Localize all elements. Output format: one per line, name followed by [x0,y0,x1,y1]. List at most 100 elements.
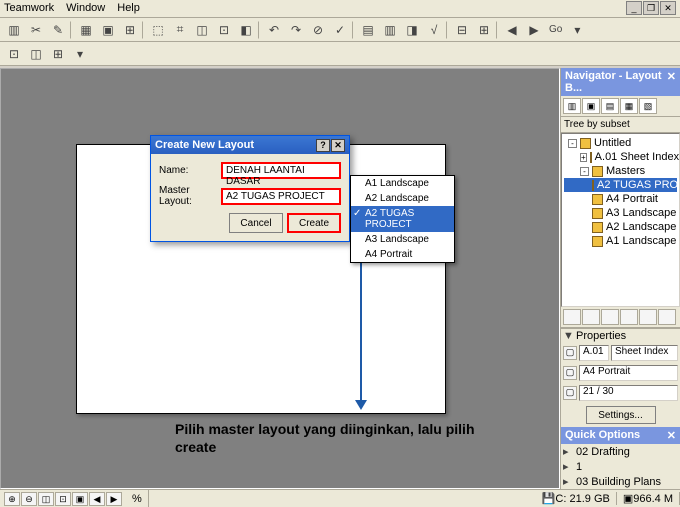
zoom-tool-icon[interactable]: ⊡ [55,492,71,506]
tool-icon[interactable]: ◫ [192,20,212,40]
pages-display: 21 / 30 [579,385,678,401]
tab-layout[interactable]: ▤ [601,98,619,114]
tool-icon[interactable]: ⊡ [4,44,24,64]
zoom-tool-icon[interactable]: ▶ [106,492,122,506]
settings-button[interactable]: Settings... [586,406,656,424]
tree-node-masters[interactable]: -Masters [564,164,677,178]
dialog-help-icon[interactable]: ? [316,139,330,152]
tool-icon[interactable]: ▦ [76,20,96,40]
tree-tool-icon[interactable] [582,309,600,325]
zoom-tool-icon[interactable]: ⊕ [4,492,20,506]
menu-teamwork[interactable]: Teamwork [4,2,54,15]
wand-icon[interactable]: ✎ [48,20,68,40]
zoom-tool-icon[interactable]: ◀ [89,492,105,506]
tab-other[interactable]: ▧ [639,98,657,114]
dropdown-option-selected[interactable]: A2 TUGAS PROJECT [351,206,454,232]
dropdown-option[interactable]: A2 Landscape [351,191,454,206]
tab-publisher[interactable]: ▦ [620,98,638,114]
tool-icon[interactable]: ⬚ [148,20,168,40]
tool-icon[interactable]: ◨ [402,20,422,40]
tree-toolbar [561,307,680,328]
dropdown-option[interactable]: A1 Landscape [351,176,454,191]
quickopt-item[interactable]: ▸1 [561,459,680,474]
quickopt-item[interactable]: ▸03 Building Plans [561,474,680,489]
tool-icon[interactable]: ▥ [380,20,400,40]
dialog-titlebar: Create New Layout ? ✕ [151,136,349,154]
tool-icon[interactable]: ↶ [264,20,284,40]
tab-project[interactable]: ▥ [563,98,581,114]
tree-leaf[interactable]: A1 Landscape [564,234,677,248]
tree-tool-icon[interactable] [620,309,638,325]
tab-view[interactable]: ▣ [582,98,600,114]
name-input[interactable]: DENAH LAANTAI DASAR [221,162,341,179]
sheet-icon [590,152,592,163]
tool-icon[interactable]: ⊟ [452,20,472,40]
tree-tool-icon[interactable] [639,309,657,325]
go-dropdown[interactable]: ▾ [567,20,587,40]
tree-node[interactable]: +A.01 Sheet Index [564,150,677,164]
tree-leaf[interactable]: A3 Landscape [564,206,677,220]
id-input[interactable]: A.01 [579,345,609,361]
fwd-icon[interactable]: ▶ [524,20,544,40]
tool-icon[interactable]: ⊡ [214,20,234,40]
master-icon [592,180,594,191]
memory-status: ▣ 966.4 M [617,492,680,505]
master-layout-select[interactable]: A2 TUGAS PROJECT [221,188,341,205]
scissors-icon[interactable]: ✂ [26,20,46,40]
quickopt-item[interactable]: ▸02 Drafting [561,444,680,459]
zoom-tool-icon[interactable]: ⊖ [21,492,37,506]
menu-help[interactable]: Help [117,2,140,15]
dialog-close-icon[interactable]: ✕ [331,139,345,152]
tree-leaf[interactable]: A2 Landscape [564,220,677,234]
tool-icon[interactable]: ⊞ [48,44,68,64]
minimize-button[interactable]: _ [626,1,642,15]
tree-header[interactable]: Tree by subset [561,117,680,133]
master-display[interactable]: A4 Portrait [579,365,678,381]
tree-tool-icon[interactable] [601,309,619,325]
restore-button[interactable]: ❐ [643,1,659,15]
zoom-tool-icon[interactable]: ▣ [72,492,88,506]
back-icon[interactable]: ◀ [502,20,522,40]
folder-icon [592,166,603,177]
go-label: Go [546,24,565,35]
tree-tool-icon[interactable] [563,309,581,325]
properties-header[interactable]: ▼Properties [561,329,680,343]
master-layout-dropdown: A1 Landscape A2 Landscape A2 TUGAS PROJE… [350,175,455,263]
tool-icon[interactable]: ⊞ [474,20,494,40]
menu-bar: Teamwork Window Help _ ❐ ✕ [0,0,680,18]
tree-root[interactable]: -Untitled [564,136,677,150]
create-button[interactable]: Create [287,213,341,233]
tool-icon[interactable]: ▣ [98,20,118,40]
close-button[interactable]: ✕ [660,1,676,15]
name-input[interactable]: Sheet Index [611,345,678,361]
tool-icon[interactable]: ◫ [26,44,46,64]
tool-icon[interactable]: ⊘ [308,20,328,40]
tool-icon[interactable]: ↷ [286,20,306,40]
tool-icon[interactable]: ✓ [330,20,350,40]
tree-leaf[interactable]: A4 Portrait [564,192,677,206]
tool-icon[interactable]: ⌗ [170,20,190,40]
tool-icon[interactable]: √ [424,20,444,40]
master-icon: ▢ [563,366,577,380]
tool-icon[interactable]: ▤ [358,20,378,40]
tool-icon[interactable]: ⊞ [120,20,140,40]
panel-close-icon[interactable]: ✕ [667,429,676,442]
menu-window[interactable]: Window [66,2,105,15]
separator [142,21,146,39]
zoom-percent[interactable]: % [126,490,149,507]
cancel-button[interactable]: Cancel [229,213,283,233]
overview-icon[interactable]: ▥ [4,20,24,40]
toolbar-2: ⊡ ◫ ⊞ ▾ [0,42,680,66]
dropdown-option[interactable]: A4 Portrait [351,247,454,262]
tool-icon[interactable]: ◧ [236,20,256,40]
annotation-text: Pilih master layout yang diinginkan, lal… [175,420,475,456]
separator [496,21,500,39]
panel-close-icon[interactable]: ✕ [667,70,676,94]
tree-tool-icon[interactable] [658,309,676,325]
zoom-tool-icon[interactable]: ◫ [38,492,54,506]
create-layout-dialog: Create New Layout ? ✕ Name: DENAH LAANTA… [150,135,350,242]
page-icon: ▢ [563,386,577,400]
tool-icon[interactable]: ▾ [70,44,90,64]
tree-leaf[interactable]: A2 TUGAS PROJ [564,178,677,192]
dropdown-option[interactable]: A3 Landscape [351,232,454,247]
